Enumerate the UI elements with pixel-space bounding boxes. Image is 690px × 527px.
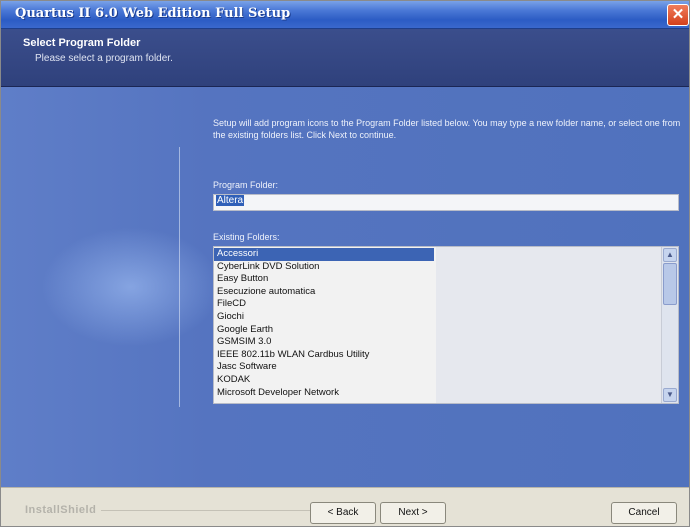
list-scrollbar[interactable]: ▲ ▼ [661, 247, 678, 403]
footer-divider [101, 510, 311, 511]
wizard-footer: InstallShield < Back Next > Cancel [1, 487, 689, 526]
wizard-header: Select Program Folder Please select a pr… [1, 29, 689, 87]
program-folder-label: Program Folder: [213, 180, 279, 190]
list-item[interactable]: FileCD [214, 298, 434, 311]
list-item[interactable]: Giochi [214, 311, 434, 324]
page-title: Select Program Folder [23, 37, 141, 49]
setup-window: Quartus II 6.0 Web Edition Full Setup ✕ … [0, 0, 690, 527]
close-icon[interactable]: ✕ [667, 4, 689, 26]
existing-folders-label: Existing Folders: [213, 232, 280, 242]
list-item[interactable]: IEEE 802.11b WLAN Cardbus Utility [214, 349, 434, 362]
up-arrow-icon[interactable]: ▲ [663, 248, 677, 262]
list-item[interactable]: Accessori [214, 248, 434, 261]
list-item[interactable]: KODAK [214, 374, 434, 387]
list-item[interactable]: Easy Button [214, 273, 434, 286]
program-folder-input[interactable]: Altera [213, 194, 679, 211]
folder-items: Accessori CyberLink DVD Solution Easy Butt… [214, 248, 434, 399]
list-blank-area [436, 247, 662, 403]
next-button[interactable]: Next > [380, 502, 446, 524]
page-subtitle: Please select a program folder. [35, 53, 173, 64]
cancel-button[interactable]: Cancel [611, 502, 677, 524]
installshield-brand: InstallShield [25, 504, 97, 516]
list-item[interactable]: CyberLink DVD Solution [214, 261, 434, 274]
list-item[interactable]: GSMSIM 3.0 [214, 336, 434, 349]
instructions-text: Setup will add program icons to the Prog… [213, 118, 681, 140]
list-item[interactable]: Esecuzione automatica [214, 286, 434, 299]
program-folder-value: Altera [216, 195, 245, 206]
divider [179, 147, 180, 407]
existing-folders-list[interactable]: Accessori CyberLink DVD Solution Easy Butt… [213, 246, 679, 404]
down-arrow-icon[interactable]: ▼ [663, 388, 677, 402]
title-bar[interactable]: Quartus II 6.0 Web Edition Full Setup ✕ [1, 1, 689, 29]
back-button[interactable]: < Back [310, 502, 376, 524]
wizard-body: Setup will add program icons to the Prog… [1, 87, 689, 487]
scroll-thumb[interactable] [663, 263, 677, 305]
list-item[interactable]: Jasc Software [214, 361, 434, 374]
list-item[interactable]: Microsoft Developer Network [214, 387, 434, 400]
window-title: Quartus II 6.0 Web Edition Full Setup [15, 6, 291, 21]
list-item[interactable]: Google Earth [214, 324, 434, 337]
background-decoration [41, 227, 221, 347]
